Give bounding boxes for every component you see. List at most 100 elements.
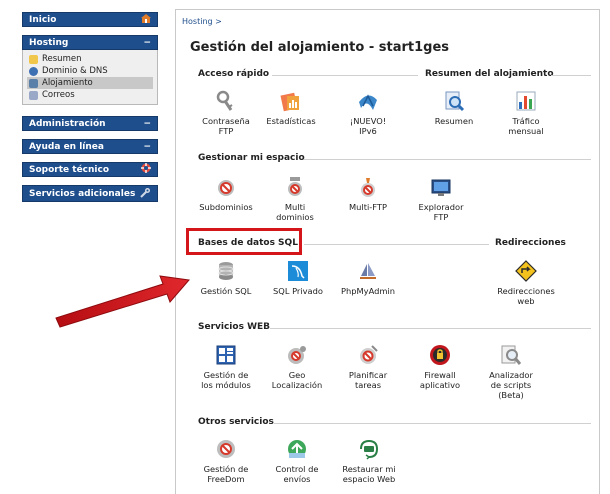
tool-multi-ftp[interactable]: Multi-FTP bbox=[333, 176, 403, 212]
submenu-item-resumen[interactable]: Resumen bbox=[27, 53, 153, 65]
globe-icon bbox=[29, 66, 38, 76]
stats-icon bbox=[280, 90, 302, 112]
tool-redirecciones-web[interactable]: Redirecciones web bbox=[491, 260, 561, 306]
tool-planificar-tareas[interactable]: Planificar tareas bbox=[333, 344, 403, 390]
page-title: Gestión del alojamiento - start1ges bbox=[190, 40, 450, 55]
tool-explorador-ftp[interactable]: Explorador FTP bbox=[406, 176, 476, 222]
sidebar-label-ayuda: Ayuda en línea bbox=[29, 141, 104, 152]
ftp-explorer-icon bbox=[430, 176, 452, 198]
tool-multi-dominios[interactable]: Multi dominios bbox=[260, 176, 330, 222]
divider bbox=[304, 244, 489, 245]
divider bbox=[270, 328, 591, 329]
sidebar-item-servicios[interactable]: Servicios adicionales bbox=[22, 185, 158, 202]
tool-phpmyadmin[interactable]: PhpMyAdmin bbox=[333, 260, 403, 296]
section-resumen-alojamiento: Resumen del alojamiento bbox=[425, 69, 554, 79]
breadcrumb[interactable]: Hosting > bbox=[182, 17, 222, 26]
section-gestionar-espacio: Gestionar mi espacio bbox=[198, 153, 305, 163]
sidebar-item-hosting[interactable]: Hosting − bbox=[22, 35, 158, 50]
tool-restaurar-espacio[interactable]: Restaurar mi espacio Web bbox=[334, 438, 404, 484]
section-otros-servicios: Otros servicios bbox=[198, 417, 274, 427]
tool-label: mensual bbox=[508, 126, 544, 136]
server-icon bbox=[29, 78, 38, 88]
sidebar-item-administracion[interactable]: Administración − bbox=[22, 116, 158, 131]
tool-geo-localizacion[interactable]: Geo Localización bbox=[262, 344, 332, 390]
tool-label: Localización bbox=[271, 380, 323, 390]
collapse-icon[interactable]: − bbox=[143, 119, 151, 129]
tool-label: (Beta) bbox=[498, 390, 524, 400]
tool-label: los módulos bbox=[201, 380, 251, 390]
tool-label: Firewall bbox=[424, 370, 456, 380]
divider bbox=[304, 159, 591, 160]
divider bbox=[272, 75, 418, 76]
lifebuoy-icon bbox=[141, 163, 151, 176]
tool-label: FTP bbox=[433, 212, 449, 222]
tool-label: Gestión de bbox=[203, 370, 249, 380]
tool-analizador-scripts[interactable]: Analizador de scripts (Beta) bbox=[476, 344, 546, 400]
sidebar-item-soporte[interactable]: Soporte técnico bbox=[22, 162, 158, 177]
redirect-icon bbox=[515, 260, 537, 282]
tool-label: IPv6 bbox=[359, 126, 377, 136]
firewall-icon bbox=[429, 344, 451, 366]
keys-icon bbox=[215, 90, 237, 112]
submenu-label: Correos bbox=[42, 90, 75, 100]
multiftp-icon bbox=[357, 176, 379, 198]
mysql-icon bbox=[287, 260, 309, 282]
tool-label: PhpMyAdmin bbox=[340, 286, 396, 296]
home-icon bbox=[141, 13, 151, 26]
tool-label: Restaurar mi bbox=[342, 464, 396, 474]
sidebar-label-inicio: Inicio bbox=[29, 14, 57, 25]
tool-sql-privado[interactable]: SQL Privado bbox=[263, 260, 333, 296]
tool-label: Control de bbox=[275, 464, 319, 474]
collapse-icon[interactable]: − bbox=[143, 38, 151, 48]
database-icon bbox=[215, 260, 237, 282]
tool-label: Subdominios bbox=[199, 202, 253, 212]
tool-gestion-sql[interactable]: Gestión SQL bbox=[191, 260, 261, 296]
sidebar-item-ayuda[interactable]: Ayuda en línea − bbox=[22, 139, 158, 154]
modules-icon bbox=[215, 344, 237, 366]
folder-icon bbox=[29, 54, 38, 64]
hosting-submenu: Resumen Dominio & DNS Alojamiento Correo… bbox=[22, 50, 158, 105]
sidebar: Inicio Hosting − Resumen Dominio & DNS A… bbox=[22, 12, 158, 210]
section-acceso-rapido: Acceso rápido bbox=[198, 69, 270, 79]
multidomain-icon bbox=[284, 176, 306, 198]
sidebar-label-hosting: Hosting bbox=[29, 37, 69, 48]
tool-gestion-freedom[interactable]: Gestión de FreeDom bbox=[191, 438, 261, 484]
divider bbox=[551, 75, 591, 76]
phpmyadmin-icon bbox=[357, 260, 379, 282]
geo-icon bbox=[286, 344, 308, 366]
tool-label: Contraseña bbox=[202, 116, 250, 126]
tool-label: dominios bbox=[276, 212, 314, 222]
highlight-box bbox=[186, 228, 302, 255]
tool-label: Analizador bbox=[489, 370, 533, 380]
chart-icon bbox=[515, 90, 537, 112]
sidebar-label-soporte: Soporte técnico bbox=[29, 164, 110, 175]
tool-gestion-modulos[interactable]: Gestión de los módulos bbox=[191, 344, 261, 390]
submenu-label: Alojamiento bbox=[42, 78, 93, 88]
tool-label: Multi bbox=[284, 202, 306, 212]
tool-estadisticas[interactable]: Estadísticas bbox=[256, 90, 326, 126]
tool-trafico-mensual[interactable]: Tráfico mensual bbox=[491, 90, 561, 136]
tool-label: Resumen bbox=[434, 116, 474, 126]
tool-control-envios[interactable]: Control de envíos bbox=[262, 438, 332, 484]
ipv6-icon bbox=[357, 90, 379, 112]
tool-label: aplicativo bbox=[419, 380, 461, 390]
submenu-item-dominio[interactable]: Dominio & DNS bbox=[27, 65, 153, 77]
tool-label: espacio Web bbox=[342, 474, 396, 484]
tool-label: Explorador bbox=[418, 202, 464, 212]
tool-label: web bbox=[517, 296, 535, 306]
tool-label: SQL Privado bbox=[273, 286, 323, 296]
submenu-item-correos[interactable]: Correos bbox=[27, 89, 153, 101]
tool-nuevo-ipv6[interactable]: ¡NUEVO! IPv6 bbox=[333, 90, 403, 136]
tool-label: FreeDom bbox=[207, 474, 245, 484]
script-analyzer-icon bbox=[500, 344, 522, 366]
tool-firewall-aplicativo[interactable]: Firewall aplicativo bbox=[405, 344, 475, 390]
tool-contrasena-ftp[interactable]: Contraseña FTP bbox=[191, 90, 261, 136]
magnifier-icon bbox=[443, 90, 465, 112]
submenu-item-alojamiento[interactable]: Alojamiento bbox=[27, 77, 153, 89]
collapse-icon[interactable]: − bbox=[143, 142, 151, 152]
tool-label: FTP bbox=[218, 126, 234, 136]
tool-resumen[interactable]: Resumen bbox=[419, 90, 489, 126]
sidebar-item-inicio[interactable]: Inicio bbox=[22, 12, 158, 27]
tool-subdominios[interactable]: Subdominios bbox=[191, 176, 261, 212]
sidebar-label-servicios: Servicios adicionales bbox=[29, 188, 136, 199]
